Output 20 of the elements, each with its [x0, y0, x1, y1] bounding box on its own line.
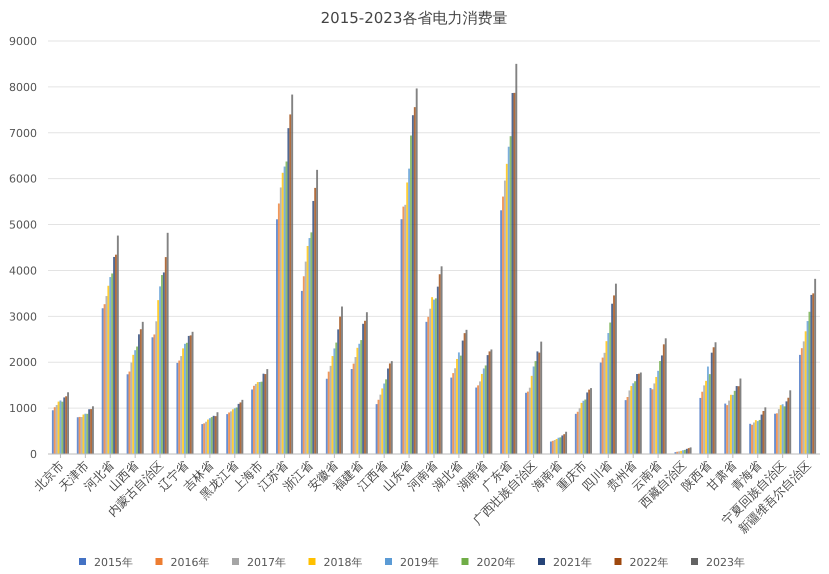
axis-label: 7000 [9, 126, 37, 140]
axis-label: 9000 [9, 35, 37, 48]
legend-label: 2016年 [170, 556, 210, 569]
axis-label: 1000 [9, 402, 37, 416]
axis-label: 2000 [9, 356, 37, 370]
legend-label: 2018年 [324, 556, 362, 569]
legend-label: 2020年 [476, 556, 516, 569]
chart-title: 2015-2023各省电力消费量 [320, 9, 508, 27]
axis-label: 3000 [9, 310, 37, 324]
axis-label: 0 [30, 448, 37, 461]
axis-label: 4000 [9, 264, 37, 278]
legend-label: 2019年 [400, 556, 439, 569]
legend-label: 2021年 [553, 556, 592, 569]
legend-label: 2022年 [630, 556, 668, 569]
axis-label: 6000 [9, 172, 37, 186]
legend-label: 2015年 [94, 556, 133, 569]
axis-label: 8000 [9, 80, 37, 94]
axis-label: 5000 [9, 218, 37, 232]
legend-label: 2023年 [706, 556, 745, 569]
legend-label: 2017年 [247, 556, 286, 569]
